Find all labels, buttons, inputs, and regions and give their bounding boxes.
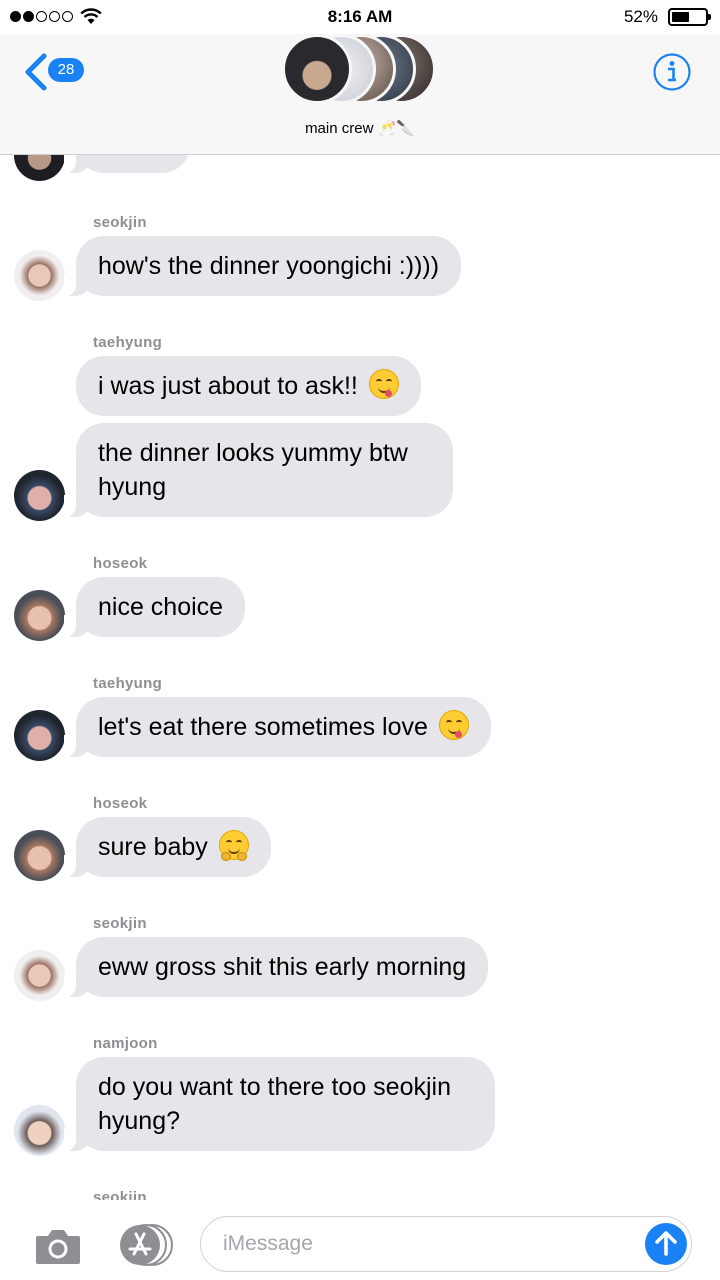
message-sender: hoseok: [93, 555, 148, 572]
avatar: [14, 1105, 65, 1156]
message-bubble[interactable]: sure baby: [64, 817, 271, 878]
avatar: [14, 470, 65, 521]
message-sender: seokjin: [93, 1189, 147, 1200]
chevron-left-icon: [25, 53, 47, 91]
avatar: [14, 590, 65, 641]
message-sender: taehyung: [93, 334, 163, 351]
battery-icon: [668, 8, 711, 26]
message-input[interactable]: [223, 1229, 623, 1259]
group-avatars[interactable]: [282, 34, 442, 104]
message-sender: seokjin: [93, 915, 147, 932]
avatar: [14, 830, 65, 881]
message-bubble[interactable]: do you want to there too seokjin hyung?: [64, 1057, 495, 1152]
info-icon[interactable]: [652, 52, 692, 92]
message-bubble[interactable]: eww gross shit this early morning: [63, 937, 489, 998]
message-thread[interactable]: hhhhh seokjin how's the dinner yoongichi…: [0, 155, 720, 1200]
status-time: 8:16 AM: [327, 7, 393, 26]
battery-percent: 52%: [623, 7, 658, 26]
compose-bar: [0, 1200, 720, 1280]
status-bar: 8:16 AM 52%: [0, 0, 720, 34]
message-bubble[interactable]: how's the dinner yoongichi :)))): [63, 236, 462, 297]
camera-icon[interactable]: [34, 1226, 82, 1266]
app-store-icon[interactable]: [116, 1224, 174, 1266]
message-bubble[interactable]: let's eat there sometimes love: [64, 697, 491, 758]
avatar: [282, 34, 352, 104]
message-sender: seokjin: [93, 214, 147, 231]
unread-count-badge: 28: [48, 58, 84, 82]
message-bubble[interactable]: i was just about to ask!!: [76, 356, 421, 416]
face-savoring-food-icon: [368, 369, 399, 399]
arrow-up-icon: [655, 1231, 677, 1256]
avatar: [14, 250, 65, 301]
send-button[interactable]: [645, 1223, 687, 1265]
message-sender: hoseok: [93, 795, 148, 812]
back-button[interactable]: 28: [22, 52, 92, 92]
message-bubble[interactable]: nice choice: [63, 577, 246, 638]
face-savoring-food-icon: [438, 710, 469, 740]
avatar: [14, 950, 65, 1001]
message-bubble[interactable]: hhhhh: [64, 155, 190, 174]
message-bubble[interactable]: the dinner looks yummy btw hyung: [64, 423, 453, 518]
message-sender: taehyung: [93, 675, 163, 692]
group-name[interactable]: main crew 🥂🔪: [0, 119, 720, 137]
avatar: [14, 155, 65, 181]
message-field[interactable]: [200, 1216, 692, 1272]
conversation-header: 28 main crew 🥂🔪: [0, 34, 720, 155]
message-sender: namjoon: [93, 1035, 158, 1052]
avatar: [14, 710, 65, 761]
hugging-face-icon: [218, 830, 249, 861]
